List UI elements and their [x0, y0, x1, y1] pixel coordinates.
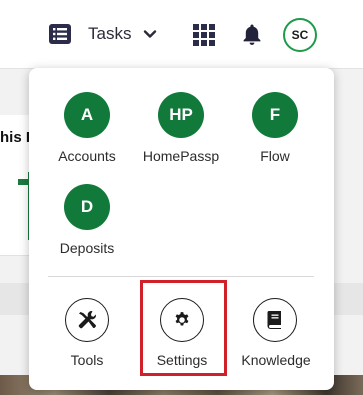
tool-knowledge[interactable]: Knowledge — [229, 298, 321, 368]
app-flow-badge: F — [252, 92, 298, 138]
launcher-divider — [48, 276, 314, 277]
avatar-initials: SC — [291, 28, 309, 42]
app-launcher-panel: A Accounts HP HomePassp F Flow D Deposit… — [29, 68, 334, 390]
background-card-title: his I — [0, 129, 31, 146]
tasks-label: Tasks — [88, 24, 132, 43]
app-accounts-label: Accounts — [58, 148, 116, 164]
tool-tools-label: Tools — [70, 352, 104, 368]
app-accounts-badge: A — [64, 92, 110, 138]
tool-knowledge-label: Knowledge — [241, 352, 311, 368]
task-list-icon — [49, 24, 71, 44]
app-homepass-label: HomePassp — [142, 148, 220, 164]
top-bar: Tasks SC — [0, 0, 363, 69]
tool-tools[interactable]: Tools — [41, 298, 133, 368]
app-deposits-badge: D — [64, 184, 110, 230]
app-deposits[interactable]: D Deposits — [42, 184, 132, 256]
app-flow-label: Flow — [260, 148, 290, 164]
notification-bell-icon[interactable] — [242, 23, 262, 46]
app-deposits-label: Deposits — [59, 240, 115, 256]
book-icon — [253, 298, 297, 342]
chevron-down-icon — [144, 30, 157, 38]
tools-icon — [65, 298, 109, 342]
user-avatar[interactable]: SC — [283, 18, 317, 52]
app-launcher-grid-icon[interactable] — [193, 24, 215, 46]
app-homepass[interactable]: HP HomePassp — [136, 92, 226, 164]
app-flow[interactable]: F Flow — [230, 92, 320, 164]
tasks-menu-button[interactable]: Tasks — [48, 20, 157, 48]
app-homepass-badge: HP — [158, 92, 204, 138]
settings-highlight-box — [140, 280, 227, 376]
app-accounts[interactable]: A Accounts — [42, 92, 132, 164]
